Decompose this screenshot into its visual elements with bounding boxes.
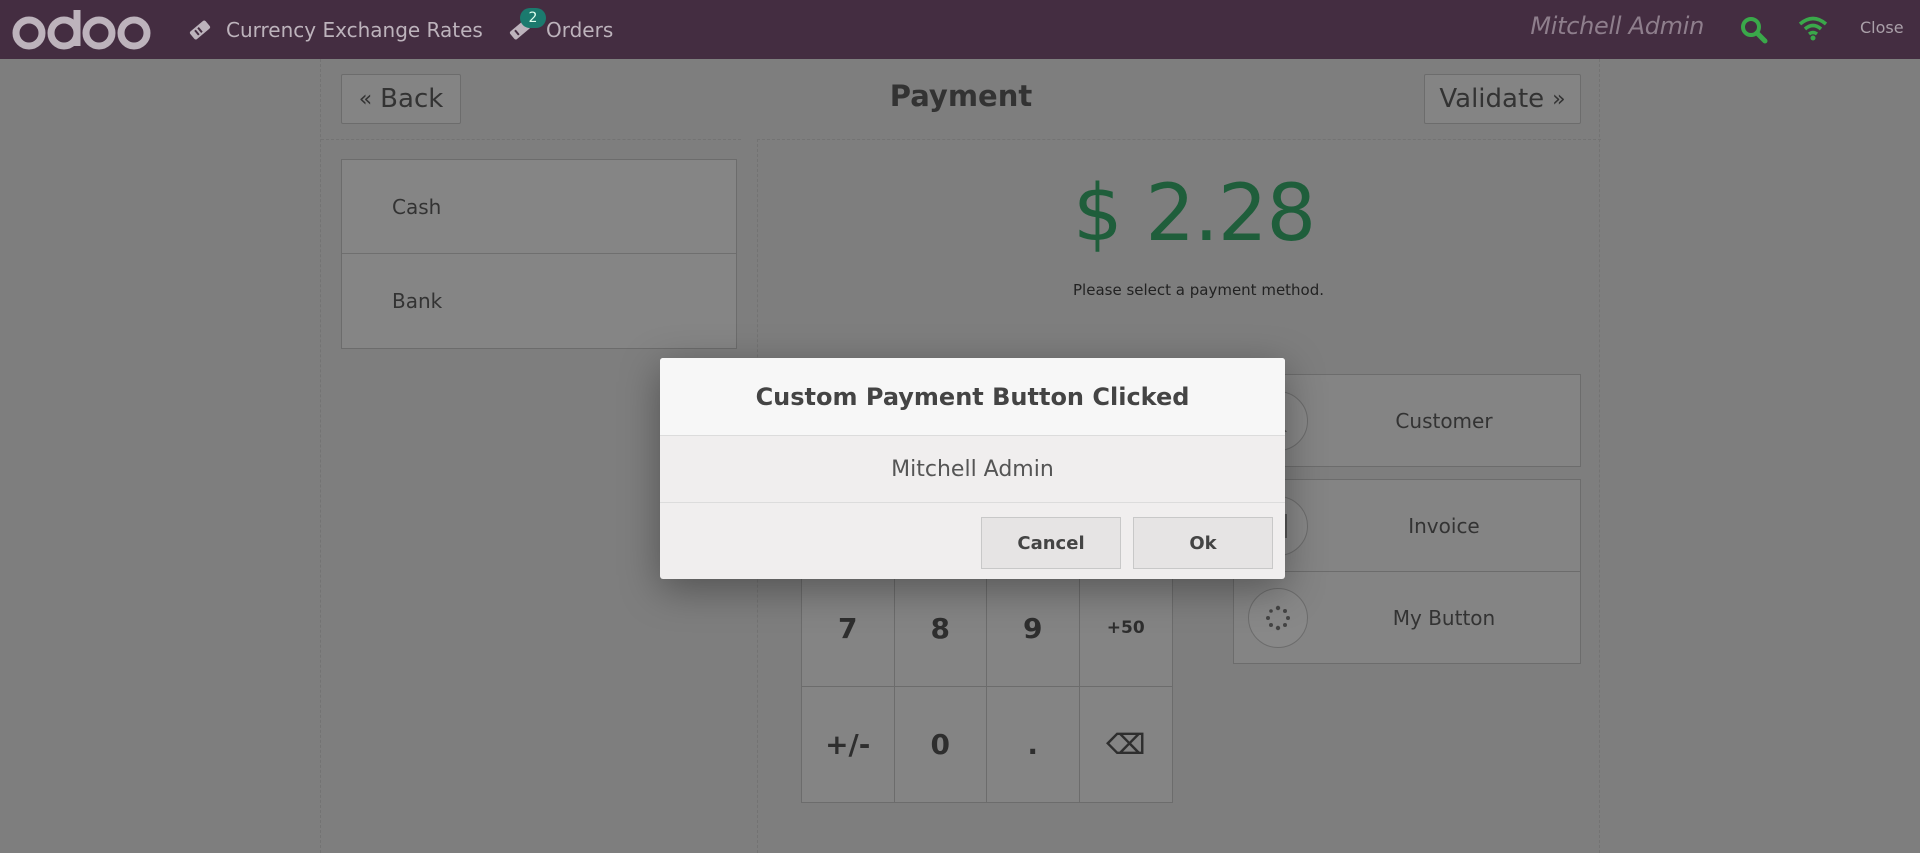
numpad-key-dot[interactable]: . bbox=[987, 686, 1080, 802]
search-icon[interactable] bbox=[1740, 16, 1768, 48]
numpad-key-8[interactable]: 8 bbox=[894, 571, 987, 687]
dialog-footer: Cancel Ok bbox=[660, 503, 1285, 579]
payment-extras: Customer Invoice My Button bbox=[1233, 374, 1581, 676]
cashier-name[interactable]: Mitchell Admin bbox=[1530, 12, 1704, 40]
ok-button[interactable]: Ok bbox=[1133, 517, 1273, 569]
numpad-key-plus50[interactable]: +50 bbox=[1079, 571, 1172, 687]
my-button[interactable]: My Button bbox=[1233, 571, 1581, 664]
page-title: Payment bbox=[889, 79, 1033, 113]
customer-label: Customer bbox=[1395, 408, 1493, 433]
numpad-key-9[interactable]: 9 bbox=[987, 571, 1080, 687]
custom-payment-dialog: Custom Payment Button Clicked Mitchell A… bbox=[660, 358, 1285, 579]
odoo-logo bbox=[12, 6, 152, 52]
divider bbox=[321, 139, 741, 140]
close-button[interactable]: Close bbox=[1860, 18, 1904, 37]
total-amount: $ 2.28 bbox=[1073, 169, 1316, 259]
cancel-button[interactable]: Cancel bbox=[981, 517, 1121, 569]
orders-button[interactable]: 2 Orders bbox=[506, 0, 613, 59]
double-chevron-right-icon: » bbox=[1552, 86, 1566, 112]
payment-method-bank[interactable]: Bank bbox=[342, 254, 736, 348]
numpad-key-7[interactable]: 7 bbox=[802, 571, 895, 687]
payment-hint: Please select a payment method. bbox=[1073, 281, 1325, 299]
odoo-logo-icon bbox=[12, 10, 151, 50]
numpad: 7 8 9 +50 +/- 0 . ⌫ bbox=[801, 570, 1173, 803]
dialog-title: Custom Payment Button Clicked bbox=[660, 358, 1285, 436]
ticket-icon bbox=[186, 16, 214, 44]
payment-method-cash[interactable]: Cash bbox=[342, 160, 736, 254]
ticket-icon: 2 bbox=[506, 7, 546, 44]
divider bbox=[757, 139, 1601, 140]
orders-count-badge: 2 bbox=[520, 7, 546, 28]
wifi-icon[interactable] bbox=[1798, 15, 1828, 45]
payment-methods-list: Cash Bank bbox=[341, 159, 737, 349]
numpad-key-0[interactable]: 0 bbox=[895, 686, 987, 802]
backspace-icon[interactable]: ⌫ bbox=[1080, 687, 1173, 803]
my-button-label: My Button bbox=[1392, 605, 1496, 630]
customer-button[interactable]: Customer bbox=[1233, 374, 1581, 467]
currency-exchange-rates-button[interactable]: Currency Exchange Rates bbox=[186, 0, 483, 59]
numpad-key-sign[interactable]: +/- bbox=[802, 686, 895, 802]
validate-button[interactable]: Validate » bbox=[1424, 74, 1581, 124]
invoice-label: Invoice bbox=[1408, 513, 1480, 538]
spinner-icon bbox=[1248, 588, 1308, 648]
dialog-body: Mitchell Admin bbox=[660, 436, 1285, 503]
top-bar: Currency Exchange Rates 2 Orders Mitchel… bbox=[0, 0, 1920, 59]
validate-label: Validate bbox=[1439, 84, 1545, 114]
orders-label: Orders bbox=[546, 17, 614, 42]
invoice-button[interactable]: Invoice bbox=[1233, 479, 1581, 572]
currency-exchange-rates-label: Currency Exchange Rates bbox=[226, 17, 483, 42]
